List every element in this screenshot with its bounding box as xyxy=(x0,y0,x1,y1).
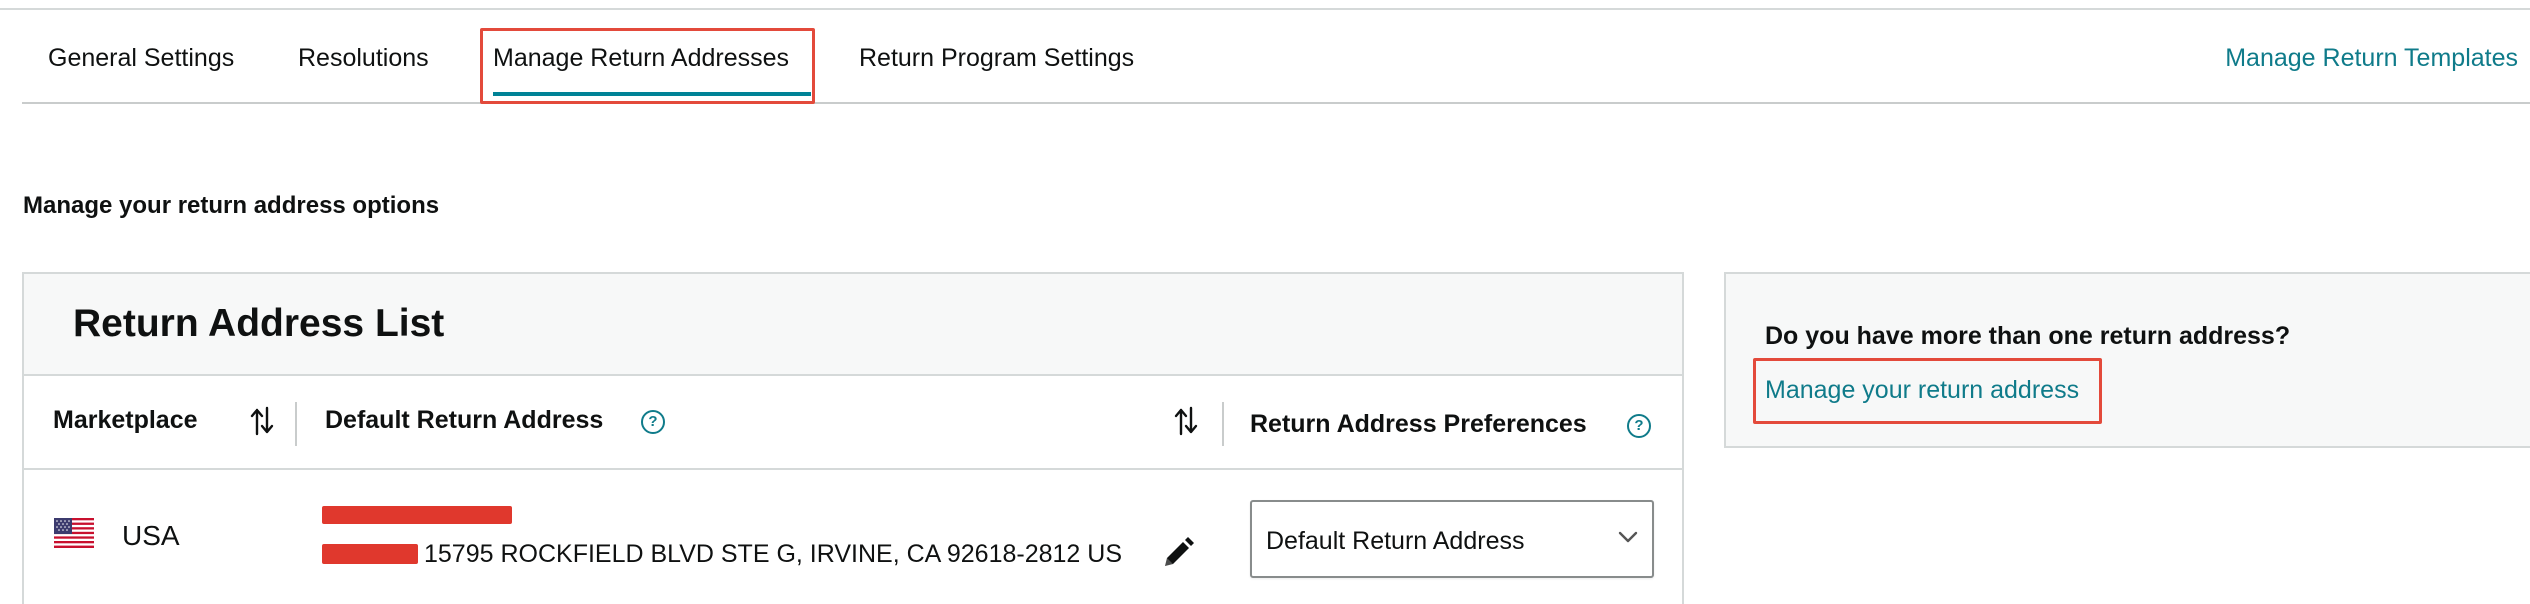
column-header-return-address-preferences: Return Address Preferences xyxy=(1250,410,1587,438)
active-tab-indicator xyxy=(493,92,811,96)
tab-return-program-settings[interactable]: Return Program Settings xyxy=(859,44,1134,73)
column-divider xyxy=(1222,402,1224,446)
card-header: Return Address List xyxy=(24,274,1682,376)
pencil-edit-icon[interactable] xyxy=(1161,536,1195,570)
table-row: USA 15795 ROCKFIELD BLVD STE G, IRVINE, … xyxy=(24,470,1682,600)
us-flag-icon xyxy=(54,518,94,548)
sort-default-address-icon[interactable] xyxy=(1174,404,1198,438)
column-header-marketplace: Marketplace xyxy=(53,406,198,434)
tab-bar: General Settings Resolutions Manage Retu… xyxy=(22,28,2530,104)
return-address-preference-dropdown[interactable]: Default Return Address xyxy=(1250,500,1654,578)
manage-return-templates-link[interactable]: Manage Return Templates xyxy=(2225,44,2518,73)
redacted-company xyxy=(322,544,418,564)
return-address-text: 15795 ROCKFIELD BLVD STE G, IRVINE, CA 9… xyxy=(424,540,1123,568)
multiple-addresses-card: Do you have more than one return address… xyxy=(1724,272,2530,448)
chevron-down-icon xyxy=(1618,531,1638,543)
marketplace-country: USA xyxy=(122,520,180,551)
return-address-list-card: Return Address List Marketplace Default … xyxy=(22,272,1684,604)
tab-manage-return-addresses[interactable]: Manage Return Addresses xyxy=(493,44,789,73)
column-header-default-return-address: Default Return Address xyxy=(325,406,604,434)
redacted-name xyxy=(322,506,512,524)
column-divider xyxy=(295,402,297,446)
page-subtitle: Manage your return address options xyxy=(23,192,440,219)
tab-general-settings[interactable]: General Settings xyxy=(48,44,234,73)
table-header-row: Marketplace Default Return Address ? Ret… xyxy=(24,378,1682,470)
tab-resolutions[interactable]: Resolutions xyxy=(298,44,429,73)
manage-return-address-link[interactable]: Manage your return address xyxy=(1765,376,2079,405)
sort-marketplace-icon[interactable] xyxy=(250,404,274,438)
top-divider xyxy=(0,8,2530,10)
multiple-addresses-question: Do you have more than one return address… xyxy=(1765,322,2291,350)
card-title: Return Address List xyxy=(73,302,445,345)
help-icon[interactable]: ? xyxy=(641,410,665,434)
help-icon[interactable]: ? xyxy=(1627,414,1651,438)
dropdown-selected-value: Default Return Address xyxy=(1266,527,1525,555)
